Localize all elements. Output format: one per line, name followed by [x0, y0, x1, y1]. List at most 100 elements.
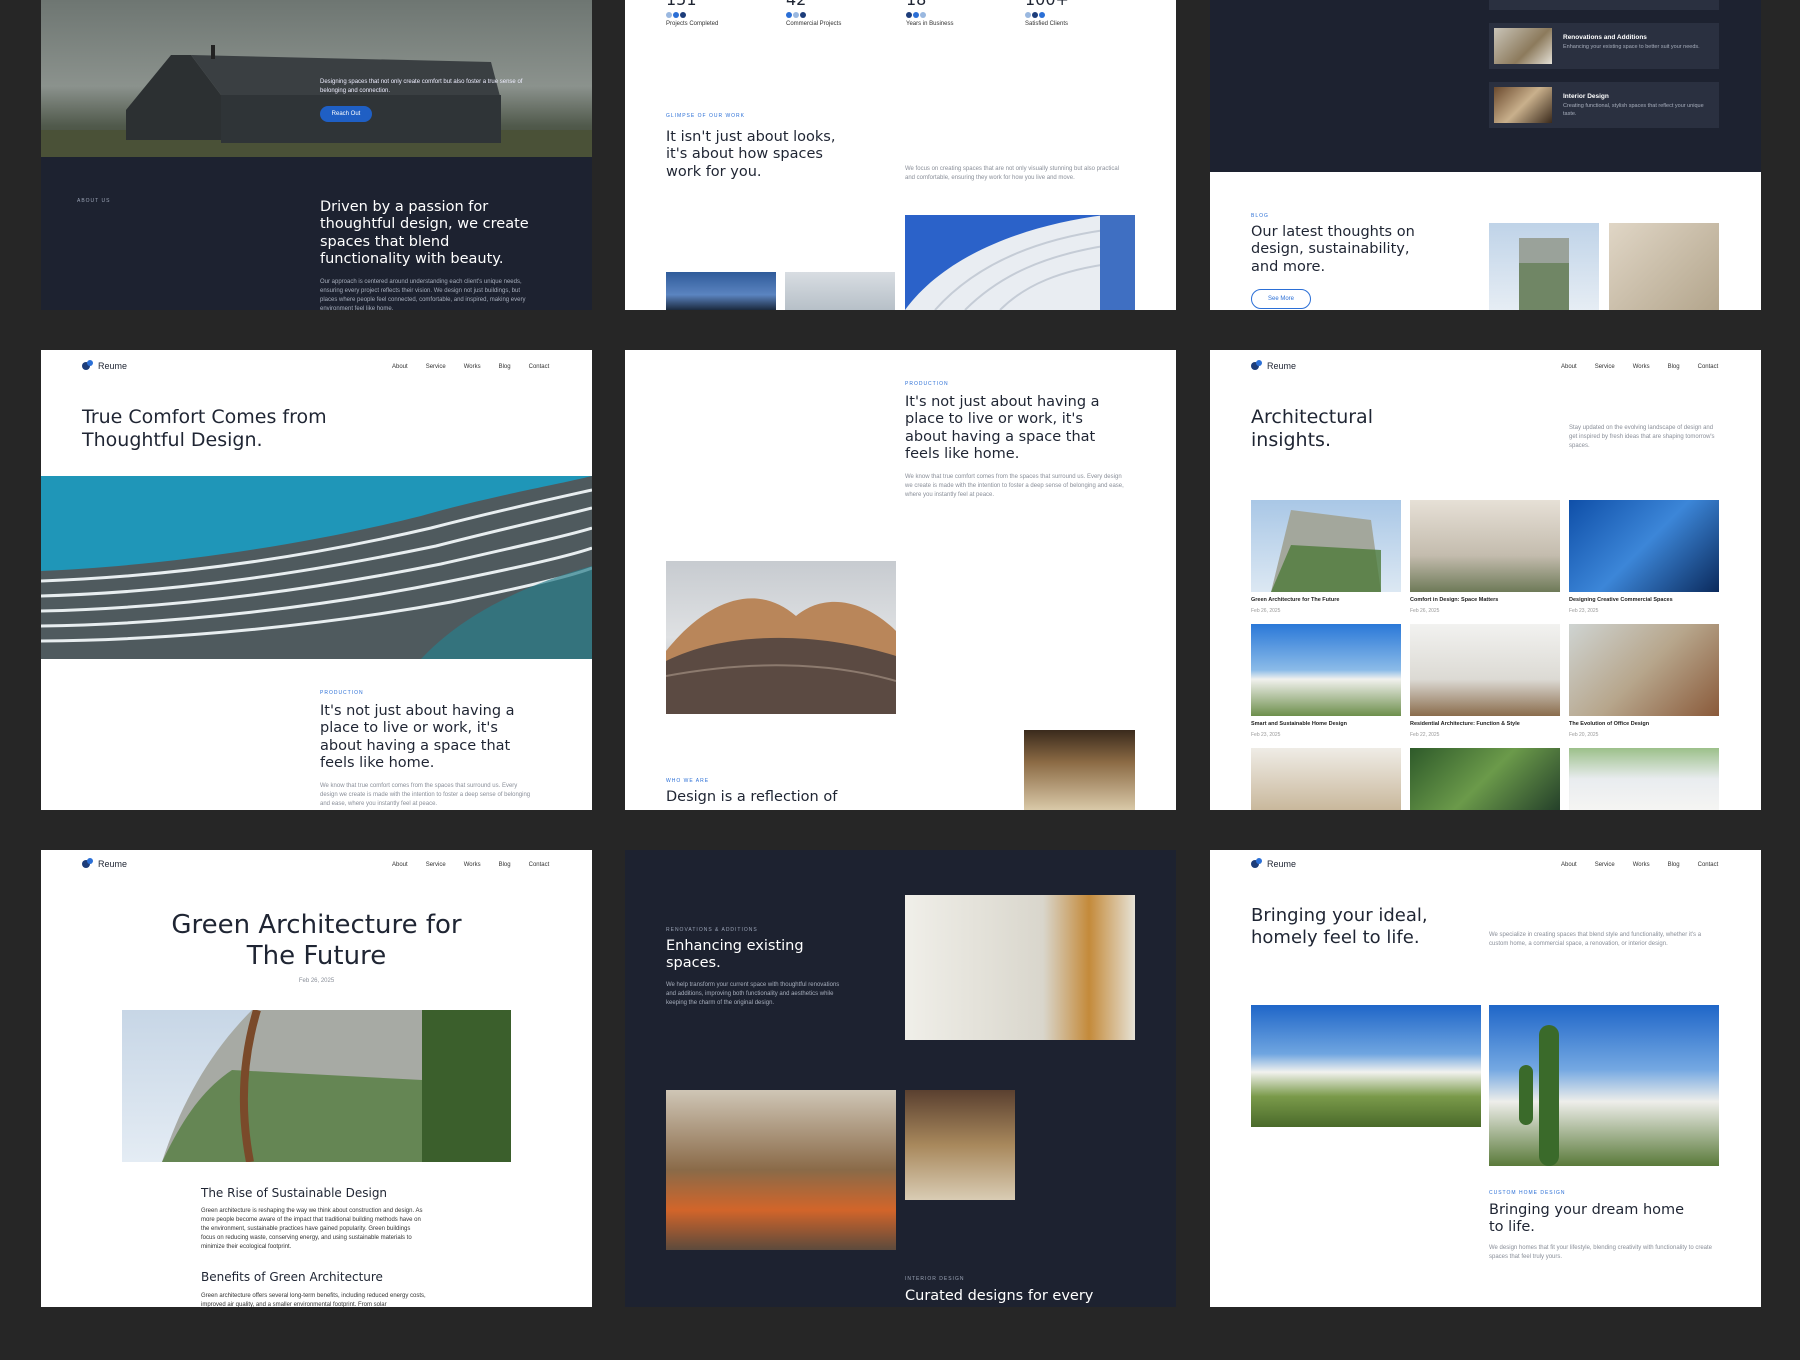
post-title[interactable]: Smart and Sustainable Home Design [1251, 721, 1347, 727]
hero-text: Designing spaces that not only create co… [320, 79, 523, 94]
post-title[interactable]: Comfort in Design: Space Matters [1410, 597, 1498, 603]
nav-service[interactable]: Service [1595, 862, 1615, 868]
production-body: We know that true comfort comes from the… [905, 474, 1124, 498]
comfort-image-facade [41, 476, 592, 659]
nav-about[interactable]: About [392, 862, 408, 868]
nav-works[interactable]: Works [464, 862, 481, 868]
nav-service[interactable]: Service [426, 364, 446, 370]
work-body: We focus on creating spaces that are not… [905, 166, 1120, 181]
comfort-subheading: It's not just about having a place to li… [320, 703, 515, 772]
comfort-heading: True Comfort Comes from Thoughtful Desig… [82, 406, 327, 451]
stat-value-1: 151 [666, 0, 697, 9]
brand-name: Reume [98, 361, 128, 371]
insights-heading: Architectural insights. [1251, 406, 1373, 451]
nav-about[interactable]: About [392, 364, 408, 370]
blog-heading: Our latest thoughts on design, sustainab… [1251, 224, 1415, 275]
stat-dots-1 [666, 12, 686, 18]
nav-service[interactable]: Service [426, 862, 446, 868]
production-image-interior [1024, 730, 1135, 810]
post-date: Feb 20, 2025 [1569, 732, 1599, 738]
custom-home-body: We specialize in creating spaces that bl… [1489, 932, 1702, 947]
stat-value-4: 100+ [1025, 0, 1069, 9]
nav-blog[interactable]: Blog [499, 862, 511, 868]
service-item-renovations[interactable]: Renovations and Additions Enhancing your… [1489, 23, 1719, 69]
nav-about[interactable]: About [1561, 364, 1577, 370]
service-item-interior[interactable]: Interior Design Creating functional, sty… [1489, 82, 1719, 128]
blog-image-interior [1609, 223, 1719, 310]
nav-works[interactable]: Works [1633, 364, 1650, 370]
brand-logo[interactable]: Reume [1251, 360, 1296, 372]
custom-home-subheading: Bringing your dream home to life. [1489, 1202, 1685, 1236]
logo-mark-icon [1251, 360, 1263, 372]
service-item-top[interactable] [1489, 0, 1719, 10]
reach-out-button[interactable]: Reach Out [320, 106, 372, 122]
post-image-white-villa[interactable] [1251, 624, 1401, 716]
stat-label-3: Years in Business [906, 21, 954, 27]
nav-blog[interactable]: Blog [1668, 862, 1680, 868]
renovation-image-kitchen [905, 895, 1135, 1040]
custom-home-subbody: We design homes that fit your lifestyle,… [1489, 1245, 1712, 1260]
nav-blog[interactable]: Blog [499, 364, 511, 370]
service-thumb-interior [1494, 87, 1552, 123]
stat-dots-2 [786, 12, 806, 18]
nav-contact[interactable]: Contact [529, 862, 550, 868]
post-image-living-room[interactable] [1410, 500, 1560, 592]
nav-service[interactable]: Service [1595, 364, 1615, 370]
interior-image-orange-chair [666, 1090, 896, 1250]
post-title[interactable]: Designing Creative Commercial Spaces [1569, 597, 1673, 603]
article-h2-benefits: Benefits of Green Architecture [201, 1270, 383, 1284]
villa-image-wide [1251, 1005, 1481, 1127]
nav-works[interactable]: Works [464, 364, 481, 370]
about-eyebrow: ABOUT US [77, 198, 111, 204]
post-image-windows[interactable] [1251, 748, 1401, 810]
renovations-body: We help transform your current space wit… [666, 982, 840, 1006]
article-h2-rise: The Rise of Sustainable Design [201, 1186, 388, 1200]
post-image-white-interior[interactable] [1569, 748, 1719, 810]
post-image-glass-towers[interactable] [1569, 500, 1719, 592]
main-nav: About Service Works Blog Contact [1561, 862, 1718, 868]
post-title[interactable]: Green Architecture for The Future [1251, 597, 1339, 603]
main-nav: About Service Works Blog Contact [392, 364, 549, 370]
stat-dots-3 [906, 12, 926, 18]
stat-label-2: Commercial Projects [786, 21, 842, 27]
custom-home-heading: Bringing your ideal, homely feel to life… [1251, 905, 1428, 948]
brand-logo[interactable]: Reume [82, 360, 127, 372]
post-title[interactable]: Residential Architecture: Function & Sty… [1410, 721, 1520, 727]
logo-mark-icon [82, 360, 94, 372]
brand-logo[interactable]: Reume [1251, 858, 1296, 870]
nav-contact[interactable]: Contact [1698, 364, 1719, 370]
post-image-kitchen[interactable] [1410, 624, 1560, 716]
renovations-eyebrow: RENOVATIONS & ADDITIONS [666, 927, 758, 933]
post-image-green-tower[interactable] [1251, 500, 1401, 592]
who-we-are-eyebrow: WHO WE ARE [666, 778, 710, 784]
nav-blog[interactable]: Blog [1668, 364, 1680, 370]
brand-logo[interactable]: Reume [82, 858, 127, 870]
nav-works[interactable]: Works [1633, 862, 1650, 868]
card-stats-work: 151 Projects Completed 42 Commercial Pro… [625, 0, 1176, 310]
service-title-renovations: Renovations and Additions [1563, 34, 1647, 41]
see-more-button[interactable]: See More [1251, 289, 1311, 309]
post-image-green-roof[interactable] [1410, 748, 1560, 810]
card-production: PRODUCTION It's not just about having a … [625, 350, 1176, 810]
renovations-heading: Enhancing existing spaces. [666, 938, 804, 972]
nav-contact[interactable]: Contact [1698, 862, 1719, 868]
brand-name: Reume [1267, 361, 1297, 371]
nav-about[interactable]: About [1561, 862, 1577, 868]
nav-contact[interactable]: Contact [529, 364, 550, 370]
post-image-office-chair[interactable] [1569, 624, 1719, 716]
card-article: Reume About Service Works Blog Contact G… [41, 850, 592, 1307]
comfort-body: We know that true comfort comes from the… [320, 783, 531, 807]
brand-name: Reume [1267, 859, 1297, 869]
about-heading: Driven by a passion for thoughtful desig… [320, 199, 529, 268]
service-desc-renovations: Enhancing your existing space to better … [1563, 44, 1700, 50]
article-p-benefits: Green architecture offers several long-t… [201, 1293, 426, 1307]
stat-dots-4 [1025, 12, 1045, 18]
post-date: Feb 26, 2025 [1251, 608, 1281, 614]
article-date: Feb 26, 2025 [298, 978, 335, 984]
brand-name: Reume [98, 859, 128, 869]
production-eyebrow: PRODUCTION [905, 381, 949, 387]
interior-eyebrow: INTERIOR DESIGN [905, 1276, 965, 1282]
post-title[interactable]: The Evolution of Office Design [1569, 721, 1649, 727]
card-insights: Reume About Service Works Blog Contact A… [1210, 350, 1761, 810]
work-image-1 [666, 272, 776, 310]
